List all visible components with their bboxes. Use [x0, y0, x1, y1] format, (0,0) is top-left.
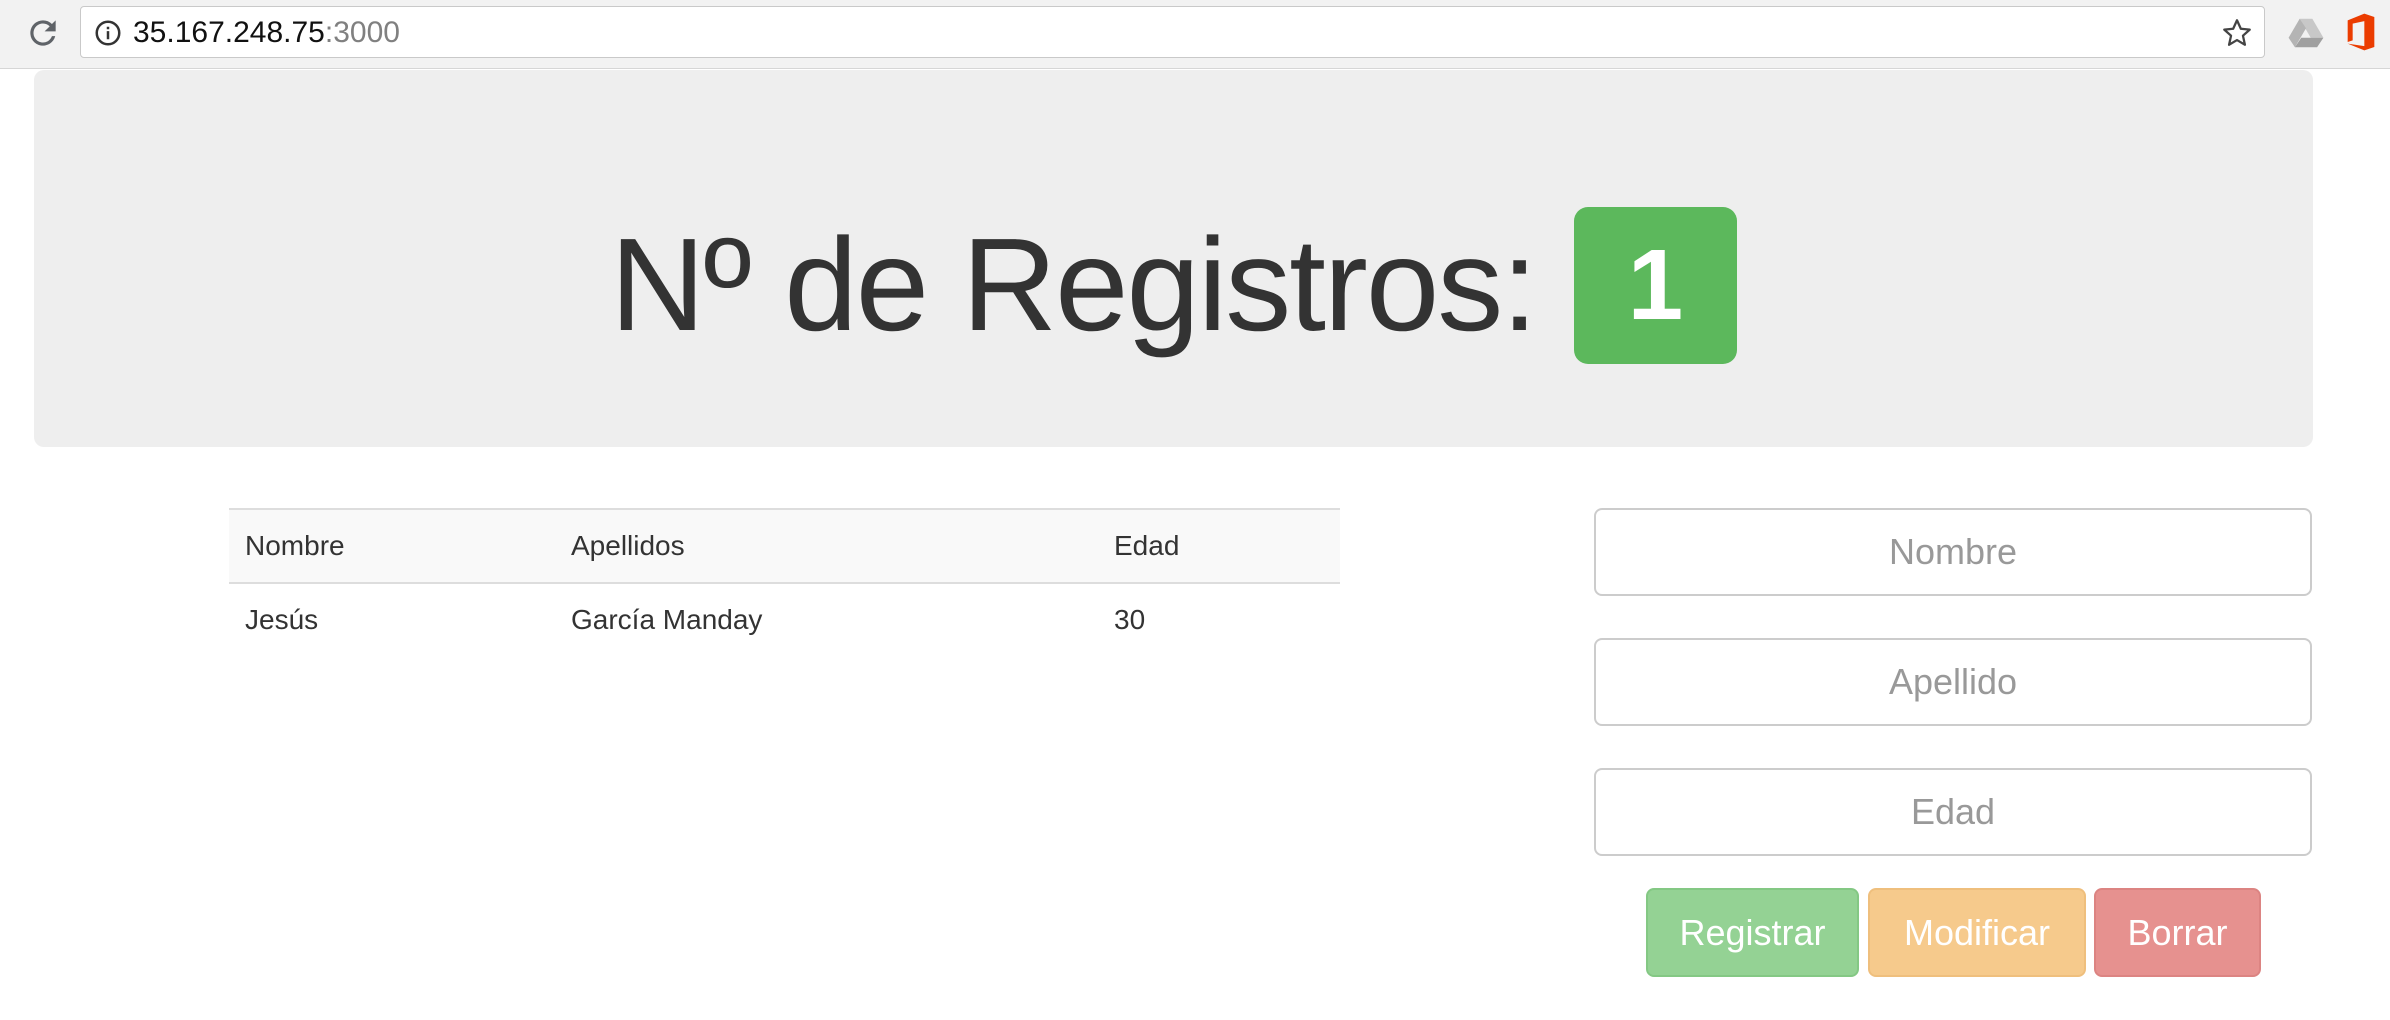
- column-header-nombre: Nombre: [229, 508, 555, 584]
- record-count-badge: 1: [1573, 206, 1737, 364]
- table-header-row: Nombre Apellidos Edad: [229, 508, 1340, 584]
- jumbotron: Nº de Registros: 1: [34, 70, 2313, 447]
- office-icon[interactable]: [2344, 12, 2378, 52]
- registrar-button[interactable]: Registrar: [1646, 888, 1859, 977]
- cell-apellidos: García Manday: [571, 604, 763, 635]
- table-row[interactable]: Jesús García Manday 30: [229, 583, 1340, 656]
- google-drive-icon[interactable]: [2287, 14, 2325, 52]
- edad-input[interactable]: [1594, 768, 2312, 856]
- star-icon[interactable]: [2220, 16, 2254, 50]
- address-bar[interactable]: 35.167.248.75:3000: [80, 6, 2265, 58]
- records-table: Nombre Apellidos Edad Jesús García Manda…: [229, 508, 1340, 656]
- column-header-apellidos: Apellidos: [555, 508, 1098, 584]
- url-host: 35.167.248.75: [133, 16, 325, 49]
- page-title: Nº de Registros:: [610, 211, 1538, 358]
- modificar-button[interactable]: Modificar: [1868, 888, 2086, 977]
- info-icon[interactable]: [93, 18, 123, 48]
- cell-nombre: Jesús: [245, 604, 319, 635]
- browser-toolbar: 35.167.248.75:3000: [0, 0, 2390, 69]
- cell-edad: 30: [1114, 604, 1146, 635]
- record-count-heading: Nº de Registros: 1: [34, 200, 2313, 370]
- url-port: :3000: [324, 16, 400, 49]
- nombre-input[interactable]: [1594, 508, 2312, 596]
- apellido-input[interactable]: [1594, 638, 2312, 726]
- url-text: 35.167.248.75:3000: [133, 16, 400, 50]
- column-header-edad: Edad: [1098, 508, 1340, 584]
- borrar-button[interactable]: Borrar: [2094, 888, 2261, 977]
- reload-icon[interactable]: [24, 14, 62, 52]
